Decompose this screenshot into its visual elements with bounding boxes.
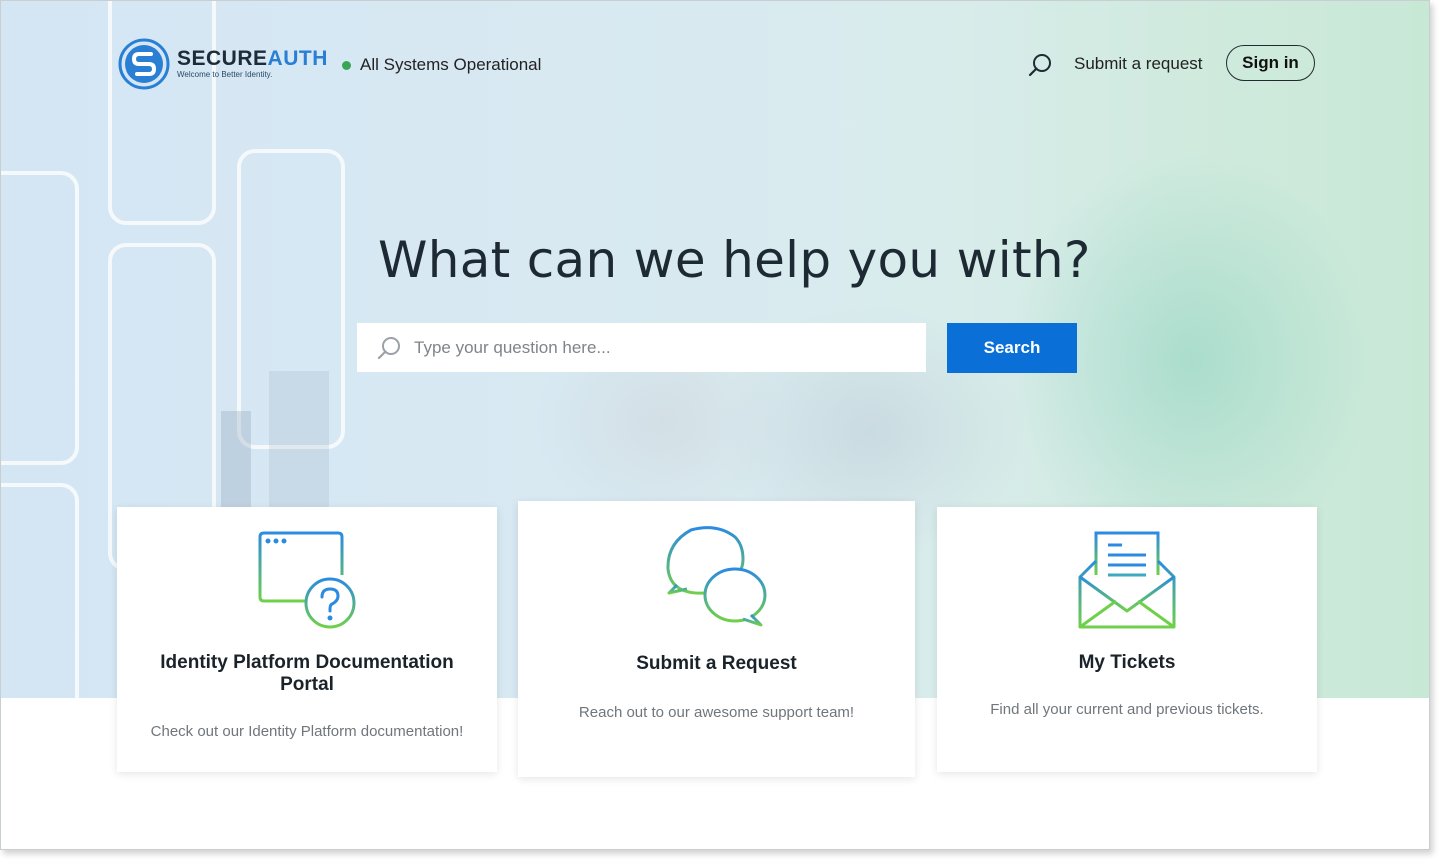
decorative-shape bbox=[1, 171, 79, 465]
brand-tagline: Welcome to Better Identity. bbox=[177, 70, 273, 79]
brand-logo[interactable]: SECUREAUTH Welcome to Better Identity. bbox=[117, 37, 328, 91]
search-field[interactable] bbox=[357, 323, 926, 372]
sign-in-button[interactable]: Sign in bbox=[1226, 45, 1315, 81]
chat-bubbles-icon bbox=[666, 526, 767, 627]
secureauth-logo-icon bbox=[118, 38, 170, 90]
card-title: Submit a Request bbox=[636, 653, 797, 674]
submit-request-link[interactable]: Submit a request bbox=[1074, 54, 1203, 74]
brand-name: SECUREAUTH bbox=[177, 48, 328, 70]
card-description: Check out our Identity Platform document… bbox=[150, 723, 464, 740]
search-input[interactable] bbox=[412, 336, 896, 359]
envelope-letter-icon bbox=[1078, 531, 1176, 629]
card-description: Find all your current and previous ticke… bbox=[990, 701, 1264, 718]
status-text: All Systems Operational bbox=[360, 55, 542, 74]
card-documentation-portal[interactable]: Identity Platform Documentation Portal C… bbox=[117, 507, 497, 772]
card-title: Identity Platform Documentation Portal bbox=[160, 652, 454, 695]
brand-name-part2: AUTH bbox=[267, 47, 328, 70]
card-description: Reach out to our awesome support team! bbox=[578, 704, 855, 721]
status-dot-icon bbox=[342, 60, 351, 70]
search-icon bbox=[377, 336, 400, 359]
browser-viewport: SECUREAUTH Welcome to Better Identity. A… bbox=[0, 0, 1430, 850]
card-my-tickets[interactable]: My Tickets Find all your current and pre… bbox=[937, 507, 1317, 772]
decorative-shape bbox=[108, 1, 216, 225]
decorative-shape bbox=[1, 483, 79, 731]
search-icon[interactable] bbox=[1027, 52, 1053, 78]
page-title: What can we help you with? bbox=[378, 231, 1091, 289]
card-title: My Tickets bbox=[1078, 652, 1176, 673]
system-status[interactable]: All Systems Operational bbox=[342, 55, 541, 75]
card-submit-request[interactable]: Submit a Request Reach out to our awesom… bbox=[518, 501, 915, 777]
brand-name-part1: SECURE bbox=[177, 47, 268, 70]
search-button[interactable]: Search bbox=[947, 323, 1077, 373]
browser-question-icon bbox=[258, 531, 356, 629]
